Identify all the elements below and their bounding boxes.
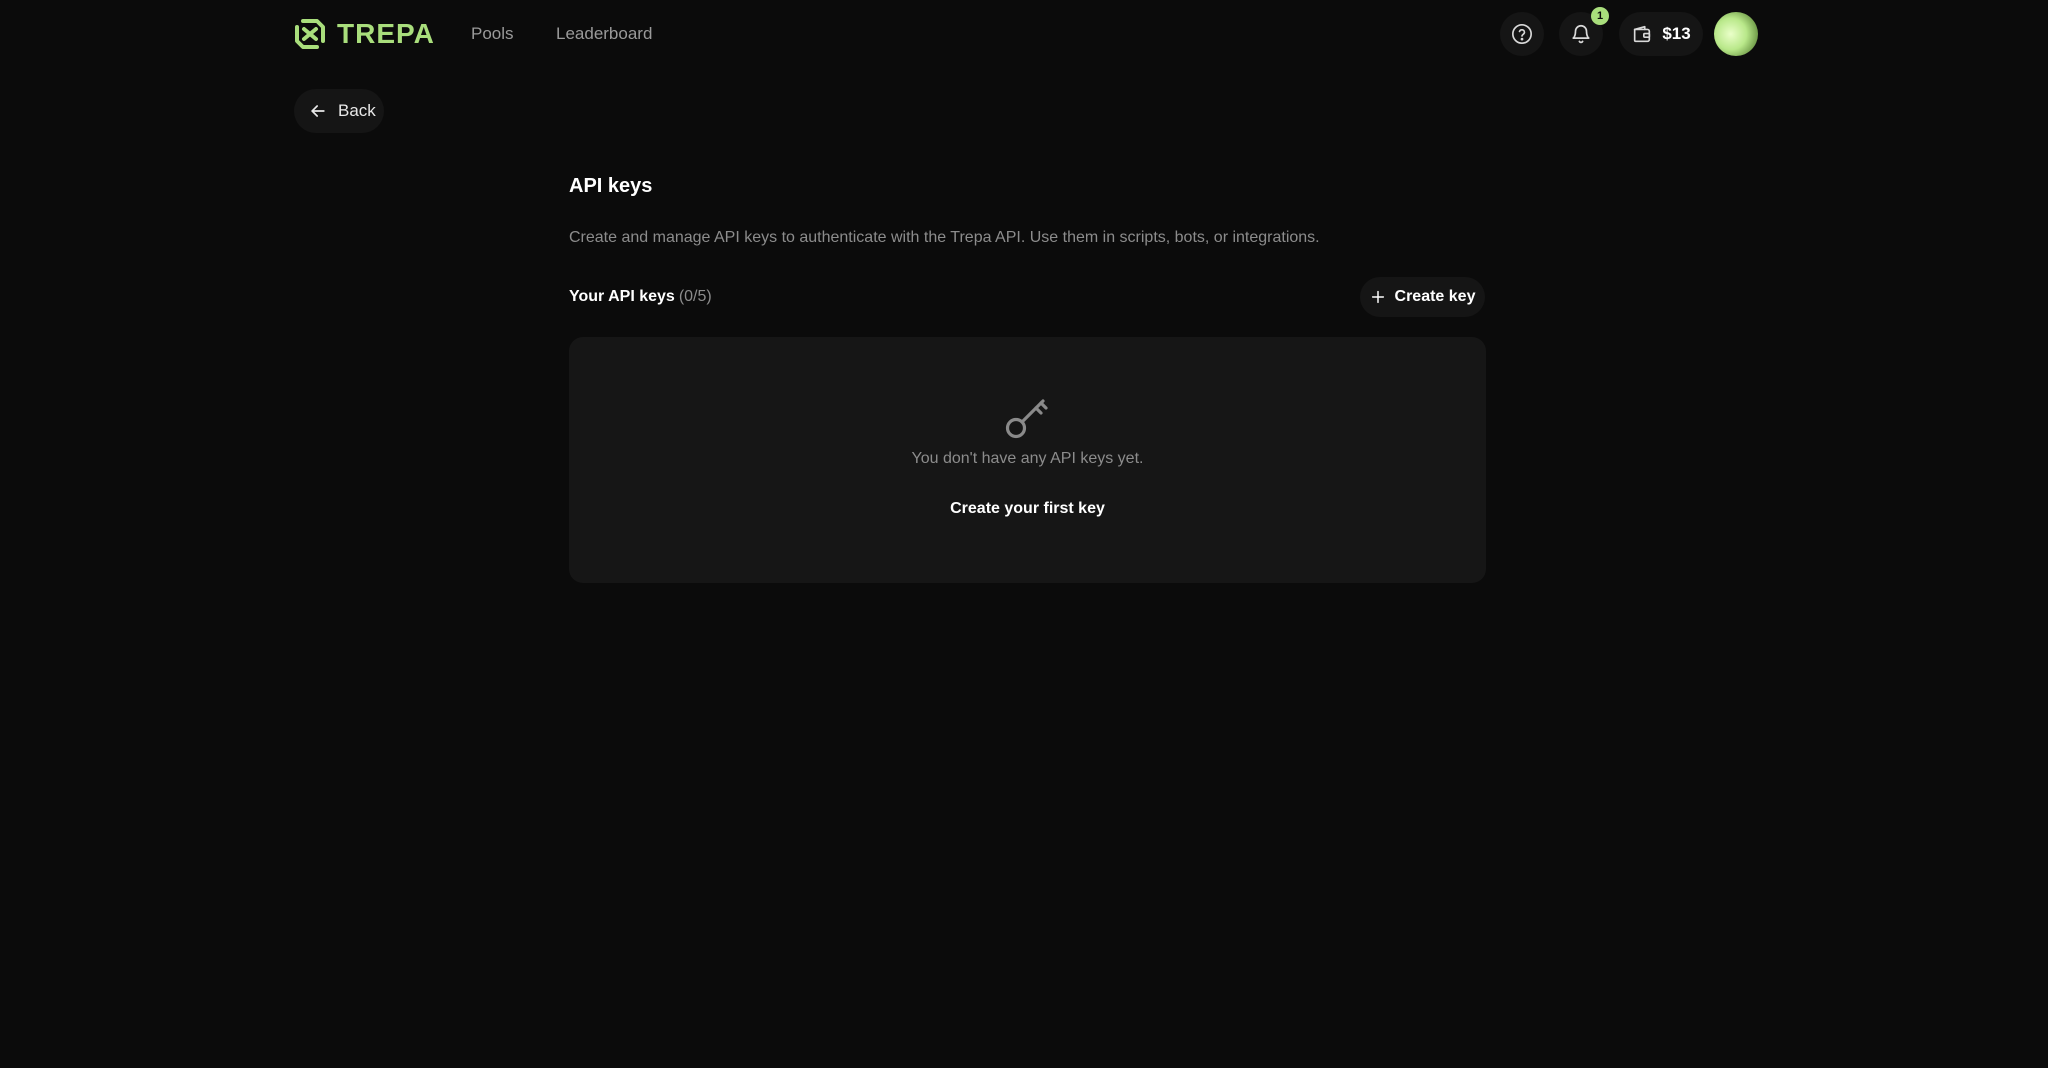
back-label: Back (338, 101, 376, 120)
nav-leaderboard[interactable]: Leaderboard (556, 22, 652, 46)
notification-badge: 1 (1591, 7, 1609, 25)
page-title: API keys (569, 175, 653, 197)
wallet-balance: $13 (1662, 24, 1691, 43)
api-keys-heading-label: Your API keys (569, 288, 675, 305)
create-key-label: Create key (1394, 288, 1476, 305)
api-keys-empty-state: You don't have any API keys yet. Create … (569, 337, 1486, 583)
brand-logo[interactable]: TREPA (293, 16, 435, 52)
help-button[interactable] (1500, 12, 1544, 56)
api-keys-heading: Your API keys (0/5) (569, 285, 712, 309)
brand-name: TREPA (337, 18, 435, 49)
page-description: Create and manage API keys to authentica… (569, 229, 1320, 246)
bell-icon (1572, 25, 1590, 44)
create-first-key-link[interactable]: Create your first key (569, 497, 1486, 521)
plus-icon (1371, 290, 1384, 304)
nav-pools[interactable]: Pools (471, 22, 514, 46)
user-avatar[interactable] (1714, 12, 1758, 56)
question-circle-icon (1512, 24, 1532, 44)
arrow-left-icon (311, 105, 325, 117)
api-keys-count: (0/5) (678, 288, 712, 305)
key-icon (1005, 399, 1048, 439)
empty-state-message: You don't have any API keys yet. (911, 450, 1144, 467)
wallet-button[interactable]: $13 (1619, 12, 1703, 56)
create-key-button[interactable]: Create key (1360, 277, 1485, 317)
wallet-icon (1634, 25, 1651, 43)
top-header: TREPA Pools Leaderboard 1 $13 (0, 0, 2048, 68)
trepa-logo-icon (295, 19, 325, 49)
back-button[interactable]: Back (294, 89, 384, 133)
